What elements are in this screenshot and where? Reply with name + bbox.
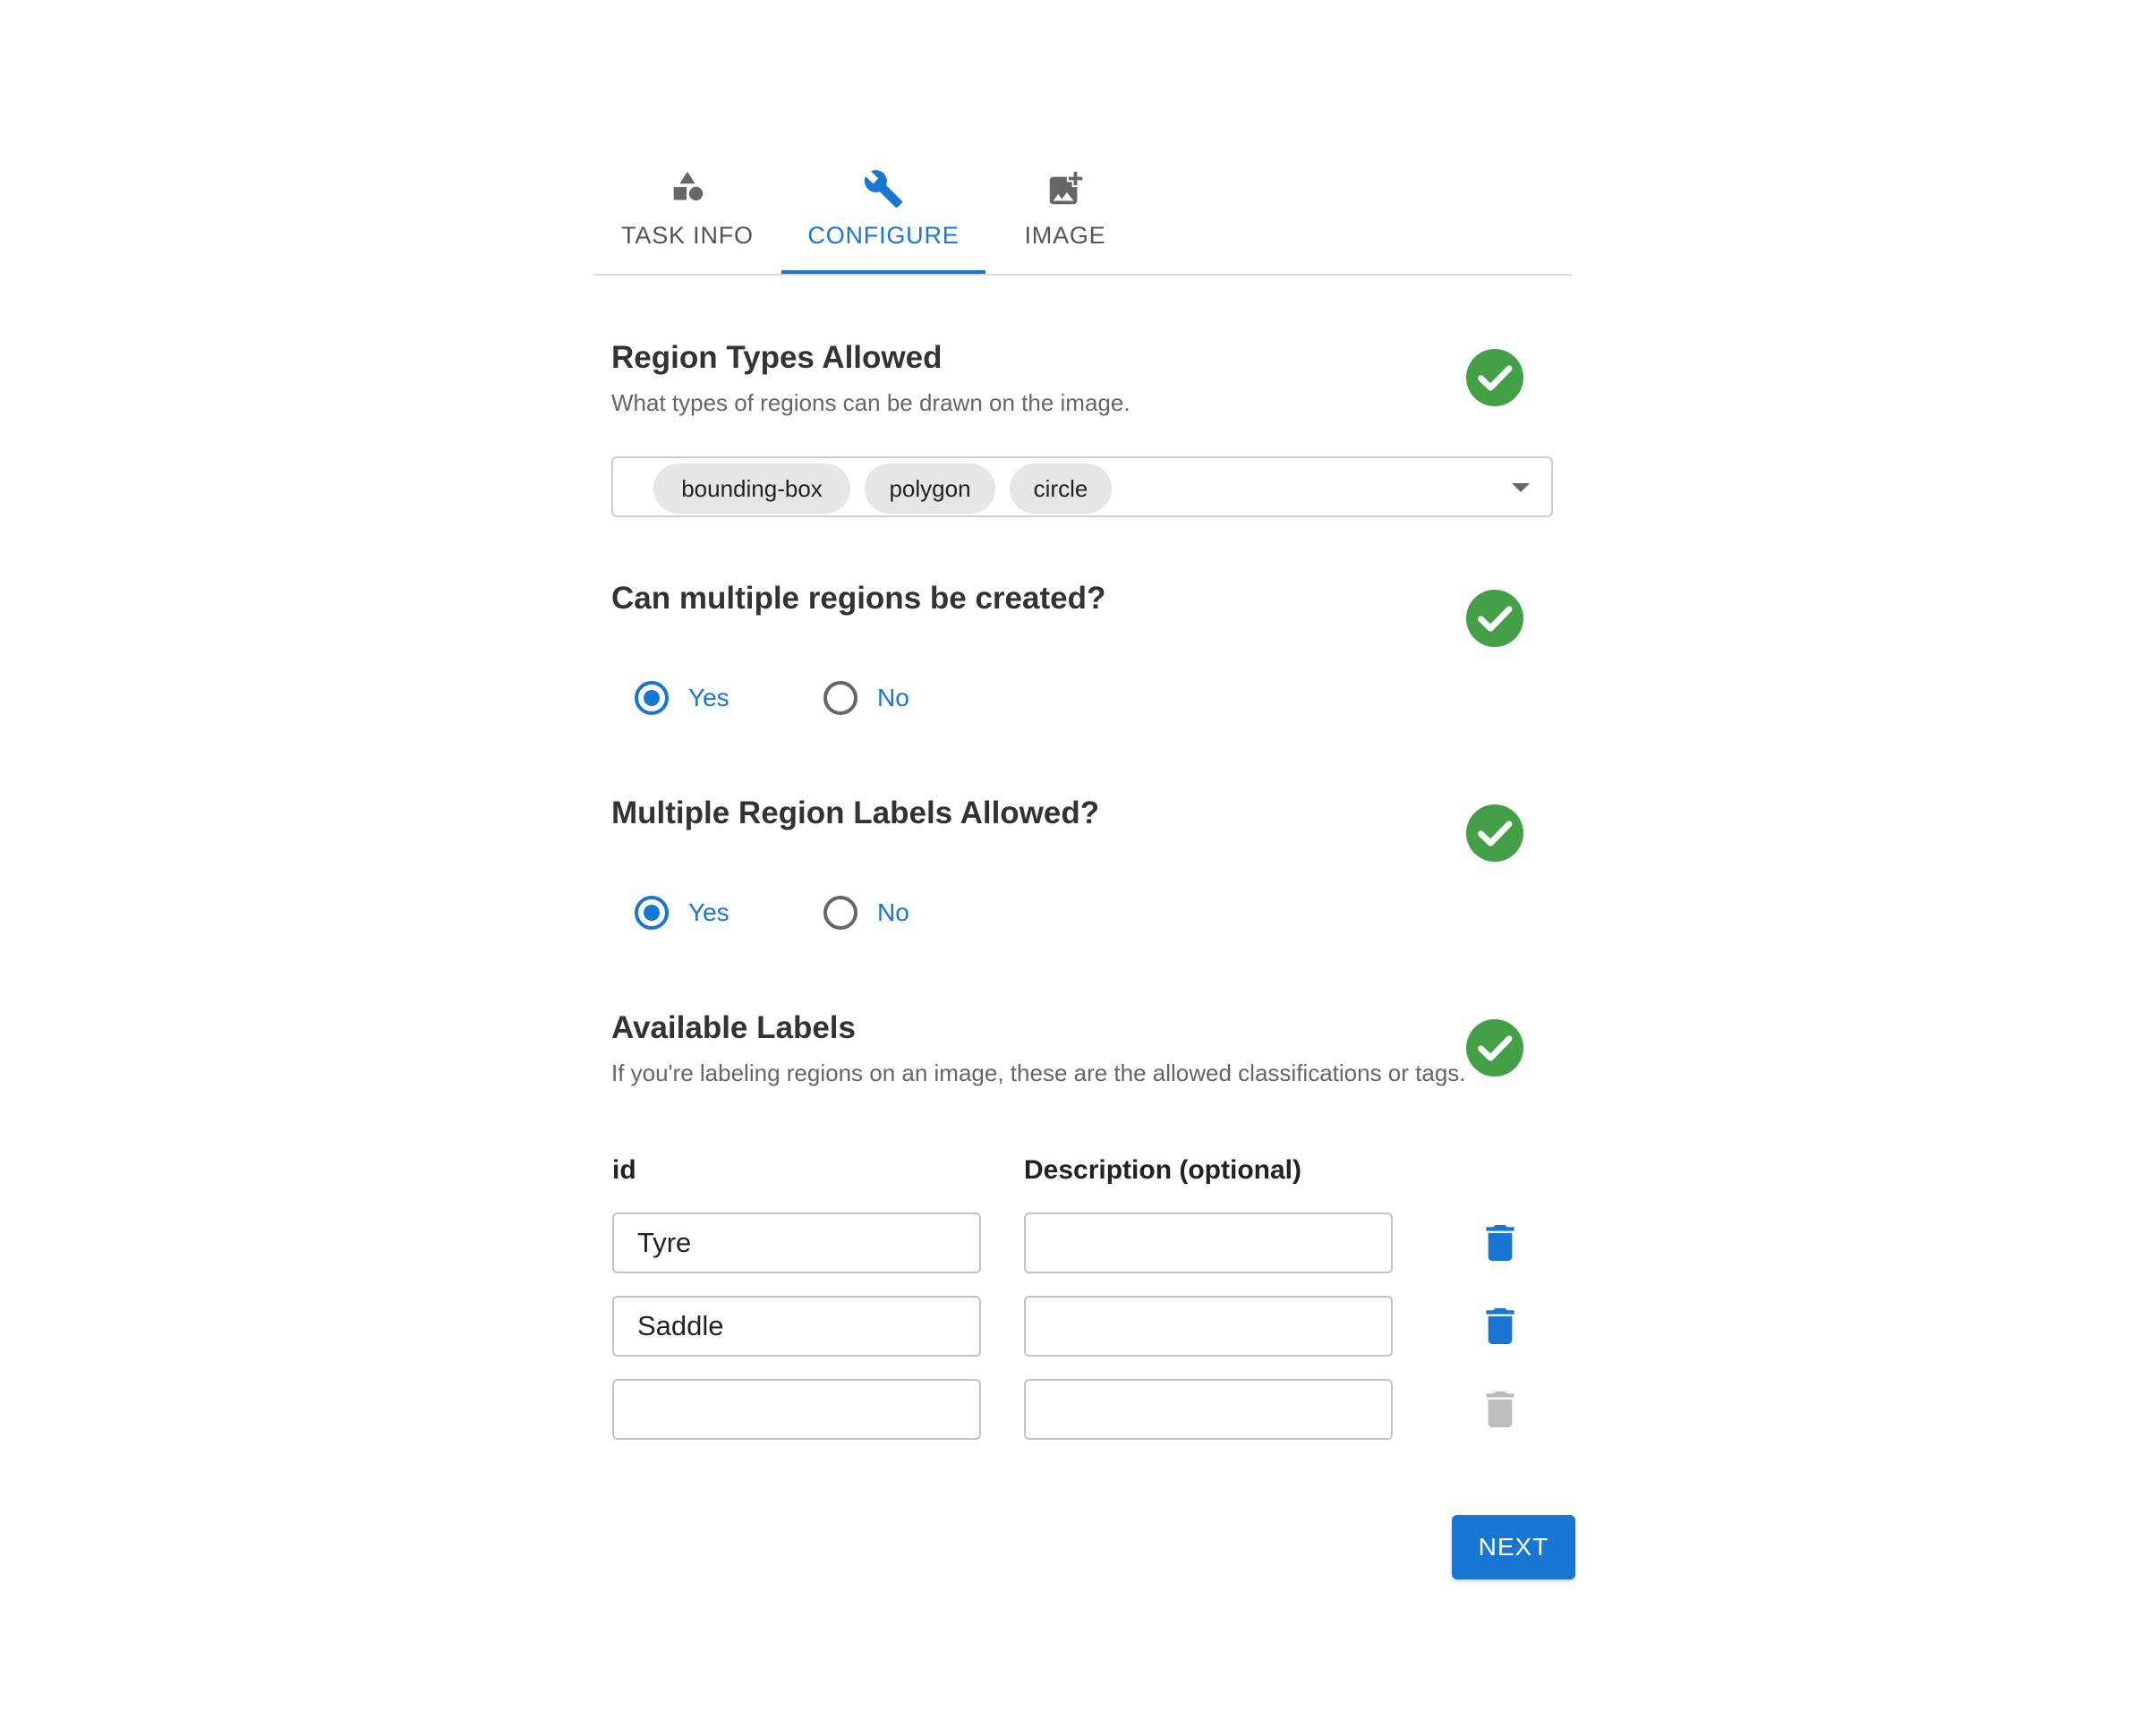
region-types-select[interactable]: bounding-box polygon circle	[611, 456, 1553, 517]
radio-checked-icon[interactable]	[635, 896, 669, 930]
radio-label: No	[877, 898, 909, 926]
label-description-input[interactable]	[1024, 1379, 1393, 1440]
radio-unchecked-icon[interactable]	[823, 896, 857, 930]
multiple-labels-yes-radio[interactable]: Yes	[635, 896, 729, 930]
region-type-chip[interactable]: circle	[1010, 464, 1112, 514]
wrench-icon	[864, 170, 903, 208]
multiple-regions-yes-radio[interactable]: Yes	[635, 681, 729, 715]
delete-icon-disabled	[1486, 1391, 1514, 1427]
check-circle-icon	[1466, 1019, 1523, 1076]
label-id-input[interactable]	[612, 1296, 981, 1357]
label-id-input[interactable]	[612, 1379, 981, 1440]
label-id-input[interactable]	[612, 1213, 981, 1273]
check-circle-icon	[1466, 590, 1523, 647]
tab-image[interactable]: IMAGE	[985, 152, 1145, 272]
shapes-icon	[673, 171, 704, 201]
region-type-chip[interactable]: polygon	[865, 464, 995, 514]
tab-label: CONFIGURE	[807, 222, 960, 249]
available-labels-heading: Available Labels	[611, 1010, 856, 1045]
multiple-regions-heading: Can multiple regions be created?	[611, 581, 1106, 616]
tab-configure[interactable]: CONFIGURE	[781, 152, 985, 274]
radio-checked-icon[interactable]	[635, 681, 669, 715]
tab-bar: TASK INFO CONFIGURE IMAGE	[593, 152, 1572, 276]
next-button[interactable]: NEXT	[1452, 1515, 1575, 1579]
delete-icon[interactable]	[1485, 1308, 1515, 1344]
radio-label: Yes	[688, 898, 729, 926]
check-circle-icon	[1466, 349, 1523, 406]
tab-label: TASK INFO	[621, 222, 754, 249]
column-header-description: Description (optional)	[1024, 1155, 1301, 1185]
delete-icon[interactable]	[1485, 1225, 1515, 1261]
region-types-description: What types of regions can be drawn on th…	[611, 389, 1130, 416]
label-description-input[interactable]	[1024, 1296, 1393, 1357]
radio-label: Yes	[688, 684, 729, 711]
radio-unchecked-icon[interactable]	[823, 681, 857, 715]
tab-task-info[interactable]: TASK INFO	[593, 152, 781, 272]
region-type-chip[interactable]: bounding-box	[653, 464, 850, 514]
add-photo-icon	[1049, 171, 1083, 205]
tab-label: IMAGE	[1024, 222, 1106, 249]
check-circle-icon	[1466, 804, 1523, 862]
label-description-input[interactable]	[1024, 1213, 1393, 1273]
column-header-id: id	[612, 1155, 636, 1185]
configure-page: TASK INFO CONFIGURE IMAGE Region Types A…	[0, 0, 2150, 1736]
available-labels-description: If you're labeling regions on an image, …	[611, 1059, 1466, 1086]
radio-label: No	[877, 684, 909, 711]
multiple-regions-no-radio[interactable]: No	[823, 681, 909, 715]
dropdown-arrow-icon[interactable]	[1512, 483, 1530, 492]
multiple-labels-no-radio[interactable]: No	[823, 896, 909, 930]
region-types-heading: Region Types Allowed	[611, 340, 943, 375]
multiple-labels-heading: Multiple Region Labels Allowed?	[611, 796, 1100, 830]
